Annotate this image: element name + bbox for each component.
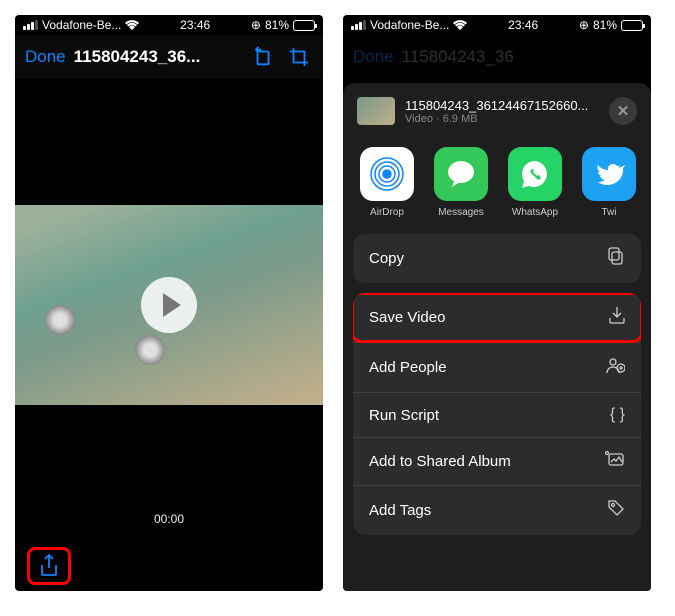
action-group-copy: Copy [353, 234, 641, 283]
battery-symbol: ⊕ [251, 18, 261, 32]
wifi-icon [125, 20, 139, 30]
action-shared-album[interactable]: Add to Shared Album [353, 438, 641, 486]
carrier-label: Vodafone-Be... [42, 18, 121, 32]
action-add-people[interactable]: Add People [353, 343, 641, 393]
share-app-twitter[interactable]: Twi [581, 147, 637, 218]
share-file-meta: Video · 6.9 MB [405, 113, 599, 125]
share-apps-row: AirDrop Messages WhatsApp Twi [343, 139, 651, 234]
left-phone-preview: Vodafone-Be... 23:46 ⊕ 81% Done 11580424… [15, 15, 323, 591]
video-preview[interactable] [15, 205, 323, 405]
wifi-icon [453, 20, 467, 30]
close-icon: ✕ [617, 102, 630, 120]
sheet-header: 115804243_36124467152660... Video · 6.9 … [343, 97, 651, 139]
share-app-whatsapp[interactable]: WhatsApp [507, 147, 563, 218]
file-thumbnail [357, 97, 395, 125]
status-bar: Vodafone-Be... 23:46 ⊕ 81% [15, 15, 323, 35]
battery-icon [293, 20, 315, 31]
file-title: 115804243_36... [74, 47, 241, 67]
video-timestamp: 00:00 [15, 512, 323, 526]
rotate-icon[interactable] [249, 43, 277, 71]
share-button-highlight [27, 547, 71, 585]
twitter-icon [582, 147, 636, 201]
bottom-toolbar [15, 541, 323, 591]
battery-percent: 81% [593, 18, 617, 32]
action-save-video[interactable]: Save Video [353, 293, 641, 343]
status-bar: Vodafone-Be... 23:46 ⊕ 81% [343, 15, 651, 35]
tag-icon [607, 499, 625, 522]
battery-symbol: ⊕ [579, 18, 589, 32]
play-icon [163, 293, 181, 317]
action-run-script[interactable]: Run Script { } [353, 393, 641, 438]
carrier-label: Vodafone-Be... [370, 18, 449, 32]
signal-icon [351, 20, 366, 30]
share-sheet: 115804243_36124467152660... Video · 6.9 … [343, 83, 651, 591]
time-label: 23:46 [180, 18, 210, 32]
album-icon [605, 451, 625, 472]
share-file-name: 115804243_36124467152660... [405, 98, 599, 113]
script-icon: { } [610, 406, 625, 424]
action-group-main: Save Video Add People Run Script { } Add… [353, 293, 641, 535]
action-add-tags[interactable]: Add Tags [353, 486, 641, 535]
share-app-airdrop[interactable]: AirDrop [359, 147, 415, 218]
done-button[interactable]: Done [25, 47, 66, 67]
share-app-messages[interactable]: Messages [433, 147, 489, 218]
signal-icon [23, 20, 38, 30]
editor-top-bar: Done 115804243_36... [15, 35, 323, 79]
battery-icon [621, 20, 643, 31]
time-label: 23:46 [508, 18, 538, 32]
crop-icon[interactable] [285, 43, 313, 71]
close-button[interactable]: ✕ [609, 97, 637, 125]
add-people-icon [605, 356, 625, 379]
dimmed-background-header: Done 115804243_36 [343, 35, 651, 79]
copy-icon [607, 247, 625, 270]
action-copy[interactable]: Copy [353, 234, 641, 283]
battery-percent: 81% [265, 18, 289, 32]
download-icon [609, 306, 625, 329]
messages-icon [434, 147, 488, 201]
whatsapp-icon [508, 147, 562, 201]
play-button[interactable] [141, 277, 197, 333]
share-icon[interactable] [39, 554, 59, 578]
airdrop-icon [360, 147, 414, 201]
right-phone-sharesheet: Vodafone-Be... 23:46 ⊕ 81% Done 11580424… [343, 15, 651, 591]
